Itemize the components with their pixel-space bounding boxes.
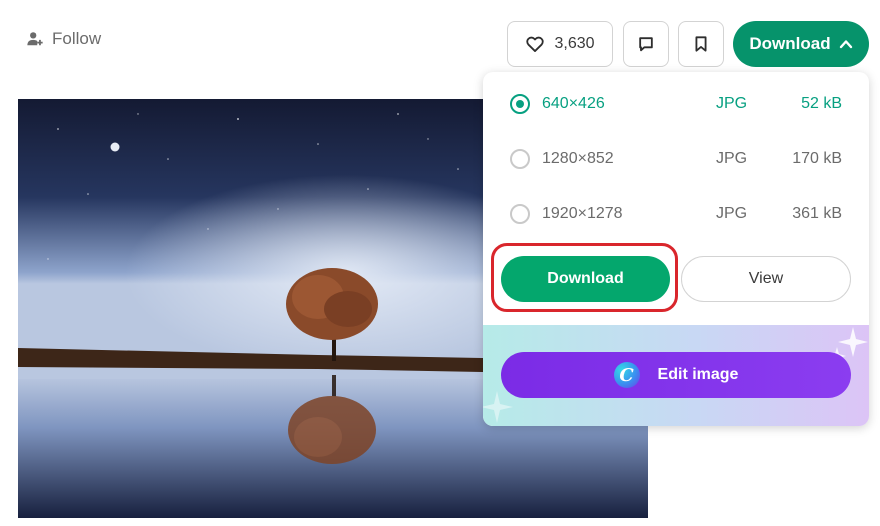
edit-image-button[interactable]: C Edit image [501, 352, 851, 398]
size-filesize: 52 kB [801, 95, 842, 112]
radio-unselected[interactable] [510, 149, 530, 169]
collection-icon [639, 37, 653, 52]
size-format: JPG [716, 205, 748, 222]
download-button[interactable]: Download [501, 256, 670, 302]
chevron-up-icon [839, 40, 852, 49]
like-count: 3,630 [554, 35, 595, 52]
like-button[interactable]: 3,630 [507, 21, 613, 67]
view-button[interactable]: View [681, 256, 851, 302]
size-filesize: 170 kB [792, 150, 842, 167]
size-option-1280[interactable]: 1280×852 JPG 170 kB [483, 139, 869, 179]
size-option-1920[interactable]: 1920×1278 JPG 361 kB [483, 194, 869, 234]
size-dimensions: 640×426 [542, 95, 605, 112]
follow-button[interactable]: Follow [26, 28, 101, 50]
heart-icon [526, 36, 545, 52]
collect-button[interactable] [623, 21, 669, 67]
size-format: JPG [716, 95, 748, 112]
size-dimensions: 1920×1278 [542, 205, 623, 222]
size-dimensions: 1280×852 [542, 150, 614, 167]
download-dropdown: 640×426 JPG 52 kB 1280×852 JPG 170 kB 19… [483, 72, 869, 426]
download-menu-label: Download [749, 34, 831, 53]
add-user-icon [27, 32, 43, 46]
edit-image-label: Edit image [657, 366, 739, 383]
bookmark-button[interactable] [678, 21, 724, 67]
radio-unselected[interactable] [510, 204, 530, 224]
canva-logo-icon: C [613, 362, 640, 388]
bookmark-icon [695, 36, 707, 52]
size-format: JPG [716, 150, 748, 167]
edit-image-section: C Edit image [483, 325, 869, 426]
follow-label: Follow [52, 29, 102, 48]
size-filesize: 361 kB [792, 205, 842, 222]
radio-selected[interactable] [510, 94, 530, 114]
size-option-640[interactable]: 640×426 JPG 52 kB [483, 84, 869, 124]
download-menu-button[interactable]: Download [733, 21, 869, 67]
